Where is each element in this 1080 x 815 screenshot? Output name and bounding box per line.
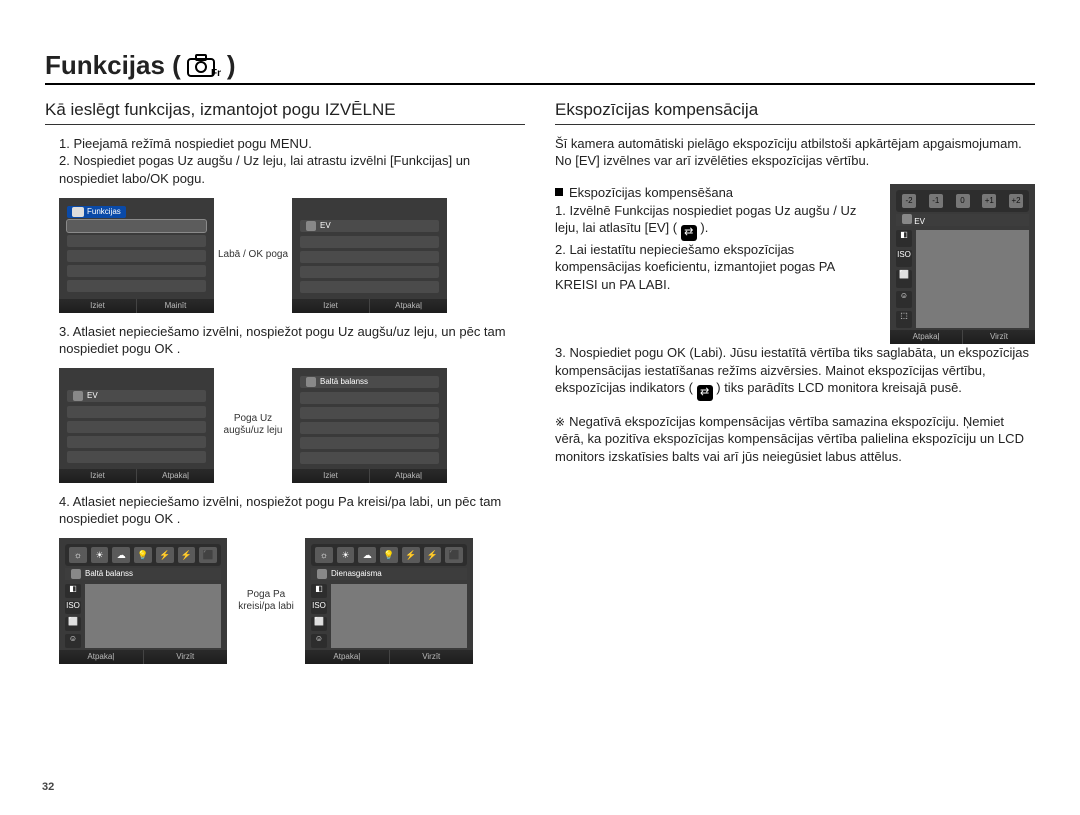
page-number: 32 bbox=[42, 781, 54, 793]
ev-scale-row: -2 -1 0 +1 +2 bbox=[896, 190, 1029, 212]
wb-small-icon bbox=[306, 377, 316, 387]
step-1: 1. Pieejamā režīmā nospiediet pogu MENU. bbox=[45, 135, 525, 153]
ev-row-label: EV bbox=[896, 214, 1029, 226]
right-step-1: 1. Izvēlnē Funkcijas nospiediet pogas Uz… bbox=[555, 202, 880, 241]
sun-small-icon bbox=[317, 569, 327, 579]
camera-small-icon bbox=[72, 207, 84, 217]
ev-small-icon bbox=[306, 221, 316, 231]
fig2-bottom-bar: Iziet Atpakaļ bbox=[292, 299, 447, 313]
camera-fn-icon: Fn bbox=[187, 54, 221, 78]
intro-paragraph: Šī kamera automātiski pielāgo ekspozīcij… bbox=[555, 135, 1035, 170]
fig1-bottom-bar: Iziet Mainīt bbox=[59, 299, 214, 313]
ev-icon: ⇄ bbox=[681, 225, 697, 241]
ev-small-icon bbox=[73, 391, 83, 401]
manual-page: Funkcijas ( Fn ) Kā ieslēgt funkcijas, i… bbox=[0, 0, 1080, 815]
fig3-row: EV bbox=[67, 390, 206, 402]
screenshot-functions-menu: Funkcijas Iziet Mainīt bbox=[59, 198, 214, 313]
screenshot-ev-list-2: EV Iziet Atpakaļ bbox=[59, 368, 214, 483]
screenshot-wb-preview-2: ☼☀☁💡⚡⚡⬛ Dienasgaisma ◧ISO⬜☺ Atpakaļ Virz… bbox=[305, 538, 473, 664]
screenshot-wb-preview-1: ☼☀☁💡⚡⚡⬛ Baltā balanss ◧ISO⬜☺ Atpakaļ Vir… bbox=[59, 538, 227, 664]
ev-small-icon bbox=[902, 214, 912, 224]
figure-row-3: ☼☀☁💡⚡⚡⬛ Baltā balanss ◧ISO⬜☺ Atpakaļ Vir… bbox=[59, 538, 525, 664]
two-column-layout: Kā ieslēgt funkcijas, izmantojot pogu IZ… bbox=[45, 99, 1035, 674]
ev-fig-bottom-bar: Atpakaļ Virzīt bbox=[890, 330, 1035, 344]
right-column: Ekspozīcijas kompensācija Šī kamera auto… bbox=[555, 99, 1035, 674]
ev-side-icons: ◧ISO⬜☺⬚ bbox=[896, 230, 912, 328]
fig2-list bbox=[300, 236, 439, 297]
fig5-label: Baltā balanss bbox=[65, 568, 221, 580]
right-step-3: 3. Nospiediet pogu OK (Labi). Jūsu iesta… bbox=[555, 344, 1035, 401]
wb-side-icons: ◧ISO⬜☺ bbox=[311, 584, 327, 648]
fig6-bottom-bar: Atpakaļ Virzīt bbox=[305, 650, 473, 664]
fig1-tag: Funkcijas bbox=[67, 206, 126, 219]
fig4-list bbox=[300, 392, 439, 467]
wb-icon-row: ☼☀☁💡⚡⚡⬛ bbox=[65, 544, 221, 566]
left-column: Kā ieslēgt funkcijas, izmantojot pogu IZ… bbox=[45, 99, 525, 674]
step-3: 3. Atlasiet nepieciešamo izvēlni, nospie… bbox=[45, 323, 525, 358]
right-step-2: 2. Lai iestatītu nepieciešamo ekspozīcij… bbox=[555, 241, 880, 294]
page-title: Funkcijas ( Fn ) bbox=[45, 50, 1035, 81]
square-bullet-icon bbox=[555, 188, 563, 196]
fig6-label: Dienasgaisma bbox=[311, 568, 467, 580]
screenshot-wb-list: Baltā balanss Iziet Atpakaļ bbox=[292, 368, 447, 483]
right-steps-with-figure: Ekspozīcijas kompensēšana 1. Izvēlnē Fun… bbox=[555, 184, 1035, 344]
fig5-bottom-bar: Atpakaļ Virzīt bbox=[59, 650, 227, 664]
wb-preview-area bbox=[331, 584, 467, 648]
wb-icon-row: ☼☀☁💡⚡⚡⬛ bbox=[311, 544, 467, 566]
fig3-list bbox=[67, 406, 206, 467]
ev-preview-area bbox=[916, 230, 1029, 328]
step-2: 2. Nospiediet pogas Uz augšu / Uz leju, … bbox=[45, 152, 525, 187]
label-up-down-button: Poga Uz augšu/uz leju bbox=[214, 413, 292, 437]
wb-small-icon bbox=[71, 569, 81, 579]
right-steps-text: Ekspozīcijas kompensēšana 1. Izvēlnē Fun… bbox=[555, 184, 880, 293]
figure-row-2: EV Iziet Atpakaļ Poga Uz augšu/uz leju bbox=[59, 368, 525, 483]
wb-preview-area bbox=[85, 584, 221, 648]
wb-side-icons: ◧ISO⬜☺ bbox=[65, 584, 81, 648]
reference-mark-icon: ※ bbox=[555, 415, 565, 429]
right-bullet: Ekspozīcijas kompensēšana bbox=[555, 184, 880, 202]
left-subrule bbox=[45, 124, 525, 125]
svg-text:Fn: Fn bbox=[211, 68, 221, 78]
right-note: ※Negatīvā ekspozīcijas kompensācijas vēr… bbox=[555, 413, 1035, 466]
fig4-row: Baltā balanss bbox=[300, 376, 439, 388]
left-subheading: Kā ieslēgt funkcijas, izmantojot pogu IZ… bbox=[45, 99, 525, 122]
page-title-suffix: ) bbox=[227, 50, 236, 81]
figure-row-1: Funkcijas Iziet Mainīt Labā / OK poga bbox=[59, 198, 525, 313]
step-4: 4. Atlasiet nepieciešamo izvēlni, nospie… bbox=[45, 493, 525, 528]
page-title-prefix: Funkcijas ( bbox=[45, 50, 181, 81]
right-subheading: Ekspozīcijas kompensācija bbox=[555, 99, 1035, 122]
screenshot-ev-scale: -2 -1 0 +1 +2 EV ◧ISO⬜☺⬚ A bbox=[890, 184, 1035, 344]
label-ok-button: Labā / OK poga bbox=[214, 249, 292, 261]
title-rule bbox=[45, 83, 1035, 85]
fig3-bottom-bar: Iziet Atpakaļ bbox=[59, 469, 214, 483]
right-subrule bbox=[555, 124, 1035, 125]
fig1-list bbox=[67, 220, 206, 297]
screenshot-ev-list-1: EV Iziet Atpakaļ bbox=[292, 198, 447, 313]
label-left-right-button: Poga Pa kreisi/pa labi bbox=[227, 589, 305, 613]
fig2-row: EV bbox=[300, 220, 439, 232]
fig4-bottom-bar: Iziet Atpakaļ bbox=[292, 469, 447, 483]
ev-icon: ⇄ bbox=[697, 385, 713, 401]
